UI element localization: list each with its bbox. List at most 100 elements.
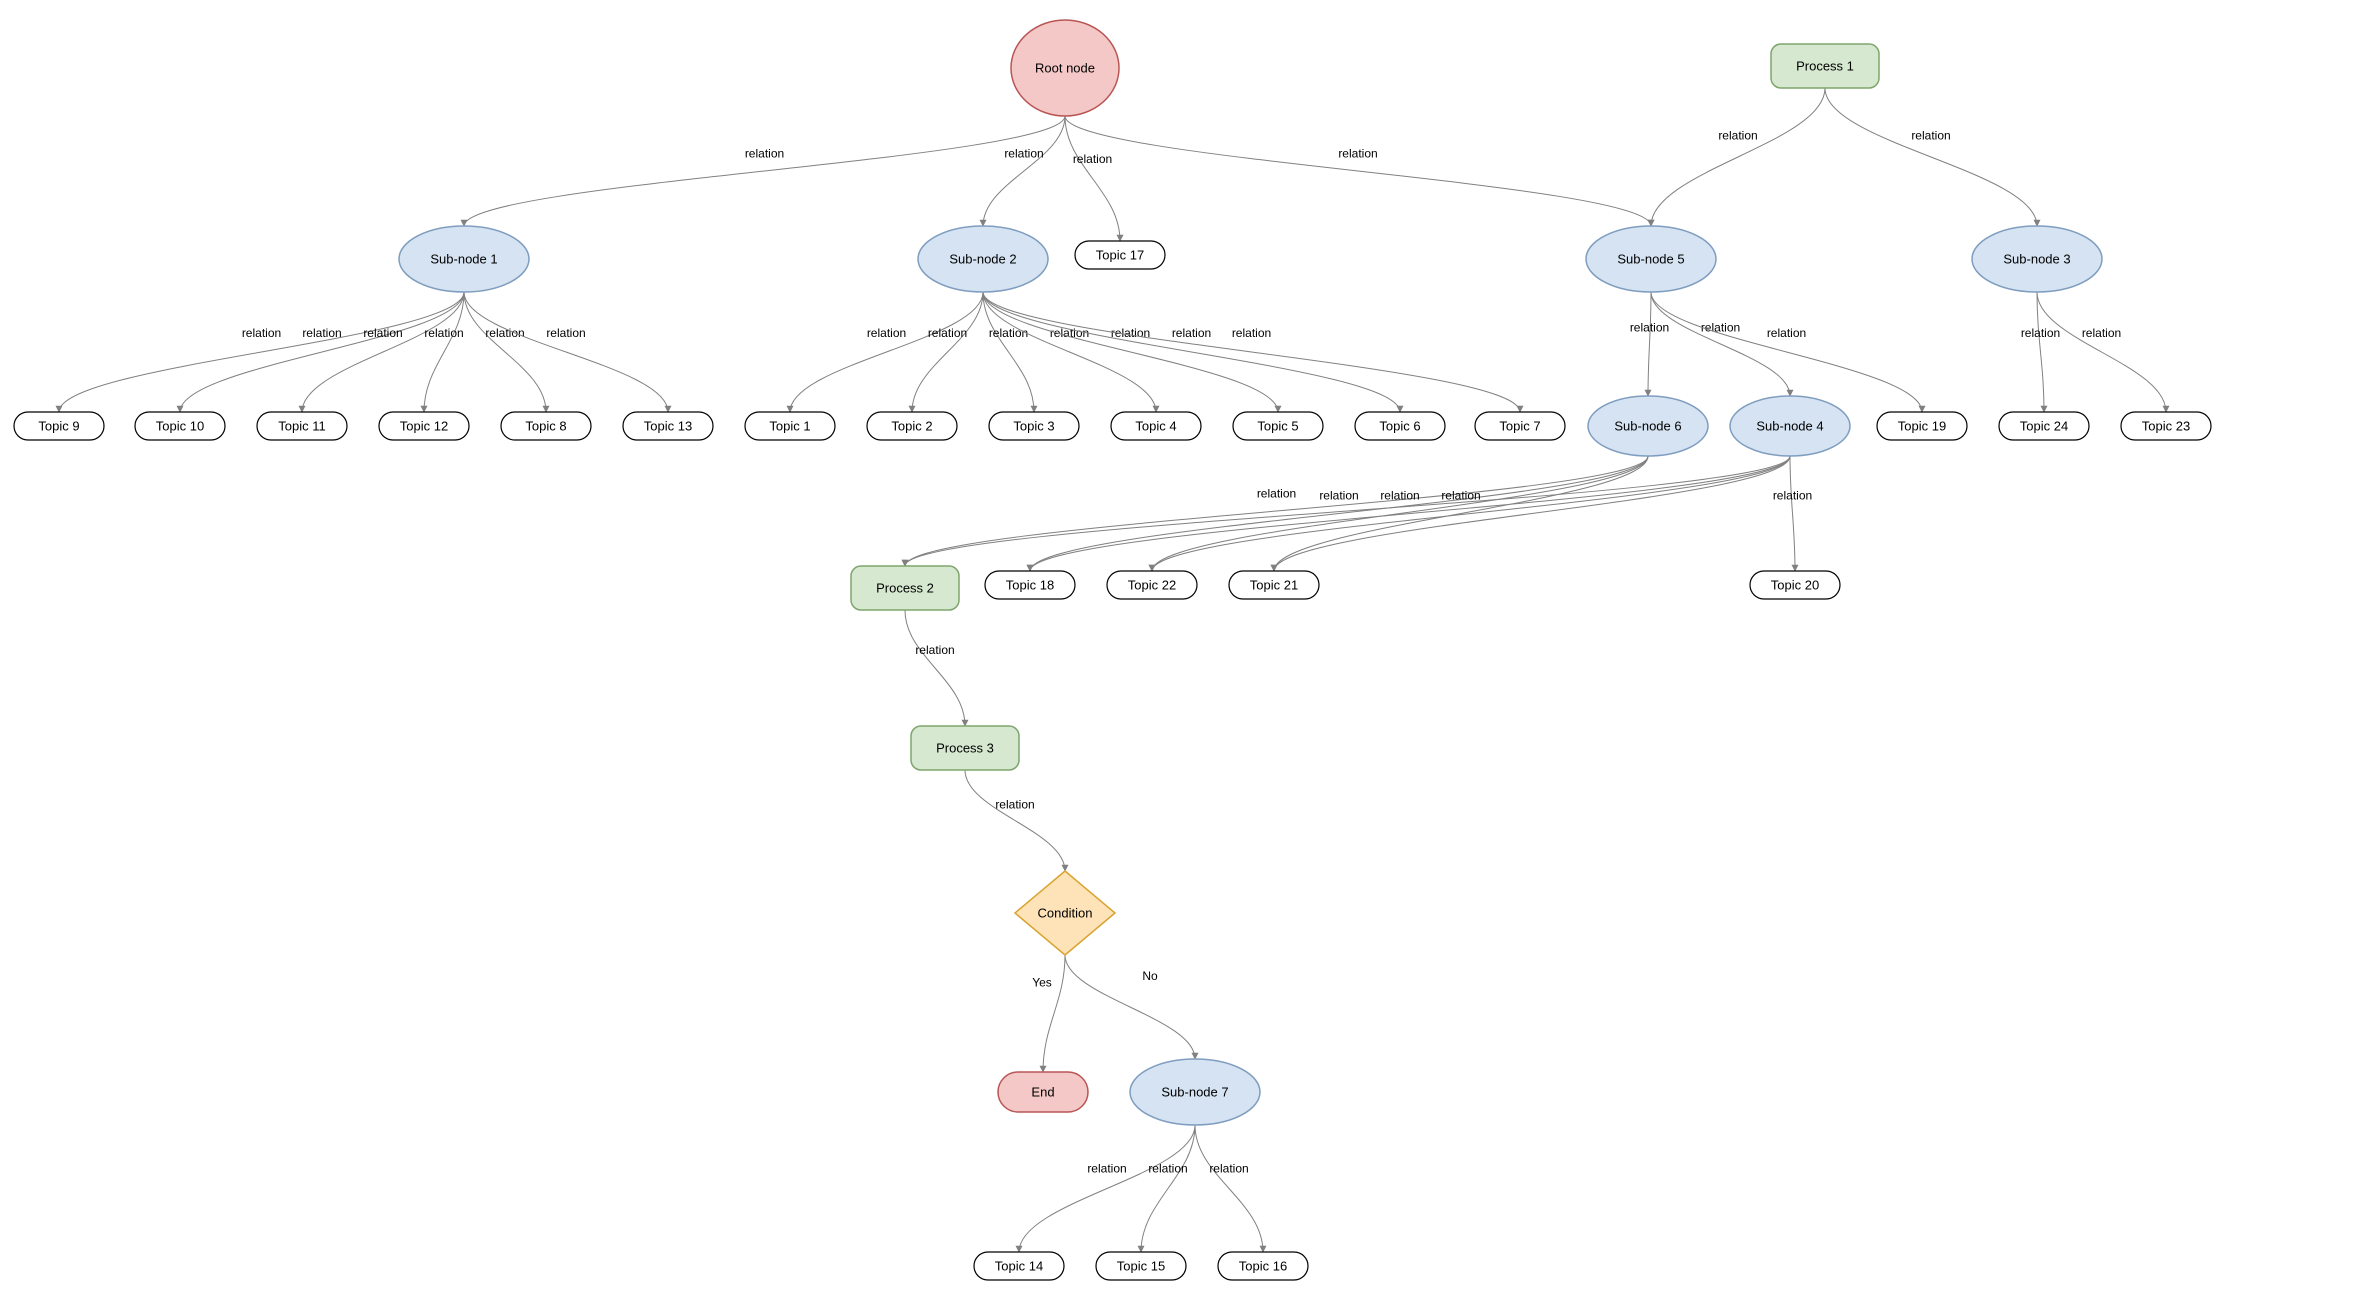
edge-root-sub2	[983, 116, 1065, 226]
edge-label: relation	[1767, 326, 1806, 340]
node-topic20[interactable]: Topic 20	[1750, 571, 1840, 599]
node-sub6[interactable]: Sub-node 6	[1588, 396, 1708, 456]
edge-sub3-topic23	[2037, 292, 2166, 412]
node-label: Sub-node 5	[1617, 251, 1684, 266]
node-label: End	[1031, 1084, 1054, 1099]
node-label: Topic 23	[2142, 418, 2190, 433]
node-topic14[interactable]: Topic 14	[974, 1252, 1064, 1280]
node-sub1[interactable]: Sub-node 1	[399, 226, 529, 292]
node-topic2[interactable]: Topic 2	[867, 412, 957, 440]
node-topic24[interactable]: Topic 24	[1999, 412, 2089, 440]
node-label: Topic 22	[1128, 577, 1176, 592]
edge-sub6-topic22	[1152, 456, 1648, 571]
diagram-canvas: relation relation relation relation relation…	[0, 0, 2374, 1305]
node-topic9[interactable]: Topic 9	[14, 412, 104, 440]
node-condition[interactable]: Condition	[1015, 871, 1115, 955]
edge-sub4-process2	[905, 456, 1790, 566]
node-topic11[interactable]: Topic 11	[257, 412, 347, 440]
node-topic7[interactable]: Topic 7	[1475, 412, 1565, 440]
edge-sub6-topic21	[1274, 456, 1648, 571]
node-process1[interactable]: Process 1	[1771, 44, 1879, 88]
edge-label: relation	[1319, 488, 1358, 502]
edge-label: relation	[1050, 326, 1089, 340]
node-topic13[interactable]: Topic 13	[623, 412, 713, 440]
node-label: Topic 24	[2020, 418, 2068, 433]
node-topic6[interactable]: Topic 6	[1355, 412, 1445, 440]
node-process2[interactable]: Process 2	[851, 566, 959, 610]
node-label: Sub-node 7	[1161, 1084, 1228, 1099]
edge-label: relation	[915, 643, 954, 657]
edge-sub2-topic5	[983, 292, 1278, 412]
node-label: Topic 11	[278, 418, 325, 433]
node-label: Topic 5	[1257, 418, 1298, 433]
node-label: Topic 1	[769, 418, 810, 433]
node-label: Topic 12	[400, 418, 448, 433]
edge-label: relation	[1004, 147, 1043, 161]
node-topic8[interactable]: Topic 8	[501, 412, 591, 440]
edge-label: relation	[2021, 326, 2060, 340]
node-label: Topic 17	[1096, 247, 1144, 262]
edge-sub5-sub6	[1648, 292, 1651, 396]
edge-sub6-topic18	[1030, 456, 1648, 571]
edge-label: relation	[1172, 326, 1211, 340]
edge-sub2-topic2	[912, 292, 983, 412]
node-process3[interactable]: Process 3	[911, 726, 1019, 770]
edge-label: relation	[1441, 488, 1480, 502]
node-topic1[interactable]: Topic 1	[745, 412, 835, 440]
edge-label: relation	[745, 147, 784, 161]
edge-label: relation	[1701, 321, 1740, 335]
node-topic5[interactable]: Topic 5	[1233, 412, 1323, 440]
edge-label: relation	[1087, 1162, 1126, 1176]
edge-root-topic17	[1065, 116, 1120, 241]
node-label: Topic 10	[156, 418, 204, 433]
node-topic22[interactable]: Topic 22	[1107, 571, 1197, 599]
node-sub7[interactable]: Sub-node 7	[1130, 1059, 1260, 1125]
node-sub2[interactable]: Sub-node 2	[918, 226, 1048, 292]
edge-label: relation	[1209, 1162, 1248, 1176]
node-label: Sub-node 1	[430, 251, 497, 266]
edge-sub4-topic21	[1274, 456, 1790, 571]
node-topic19[interactable]: Topic 19	[1877, 412, 1967, 440]
node-label: Topic 2	[891, 418, 932, 433]
edge-label: relation	[1073, 152, 1112, 166]
node-topic21[interactable]: Topic 21	[1229, 571, 1319, 599]
node-label: Sub-node 4	[1756, 418, 1823, 433]
node-label: Sub-node 2	[949, 251, 1016, 266]
edge-label: relation	[1380, 488, 1419, 502]
edge-label: relation	[1773, 488, 1812, 502]
node-label: Topic 14	[995, 1258, 1043, 1273]
edge-label: relation	[302, 326, 341, 340]
edge-sub2-topic1	[790, 292, 983, 412]
node-label: Topic 21	[1250, 577, 1298, 592]
node-sub3[interactable]: Sub-node 3	[1972, 226, 2102, 292]
node-label: Sub-node 6	[1614, 418, 1681, 433]
edge-condition-end	[1043, 955, 1065, 1072]
edge-label: relation	[1718, 128, 1757, 142]
node-label: Topic 3	[1013, 418, 1054, 433]
edge-sub7-topic16	[1195, 1125, 1263, 1252]
node-label: Topic 13	[644, 418, 692, 433]
edge-root-sub1	[464, 116, 1065, 226]
node-sub4[interactable]: Sub-node 4	[1730, 396, 1850, 456]
node-topic3[interactable]: Topic 3	[989, 412, 1079, 440]
node-root[interactable]: Root node	[1011, 20, 1119, 116]
edge-sub5-topic19	[1651, 292, 1922, 412]
edge-label: relation	[242, 326, 281, 340]
edge-label: relation	[989, 326, 1028, 340]
node-topic17[interactable]: Topic 17	[1075, 241, 1165, 269]
node-topic15[interactable]: Topic 15	[1096, 1252, 1186, 1280]
edge-condition-sub7	[1065, 955, 1195, 1059]
node-label: Sub-node 3	[2003, 251, 2070, 266]
edge-process2-process3	[905, 610, 965, 726]
node-topic12[interactable]: Topic 12	[379, 412, 469, 440]
node-topic18[interactable]: Topic 18	[985, 571, 1075, 599]
node-sub5[interactable]: Sub-node 5	[1586, 226, 1716, 292]
node-topic10[interactable]: Topic 10	[135, 412, 225, 440]
node-label: Topic 9	[38, 418, 79, 433]
node-topic23[interactable]: Topic 23	[2121, 412, 2211, 440]
node-topic4[interactable]: Topic 4	[1111, 412, 1201, 440]
node-topic16[interactable]: Topic 16	[1218, 1252, 1308, 1280]
node-end[interactable]: End	[998, 1072, 1088, 1112]
edge-label: relation	[424, 326, 463, 340]
node-label: Process 3	[936, 740, 994, 755]
